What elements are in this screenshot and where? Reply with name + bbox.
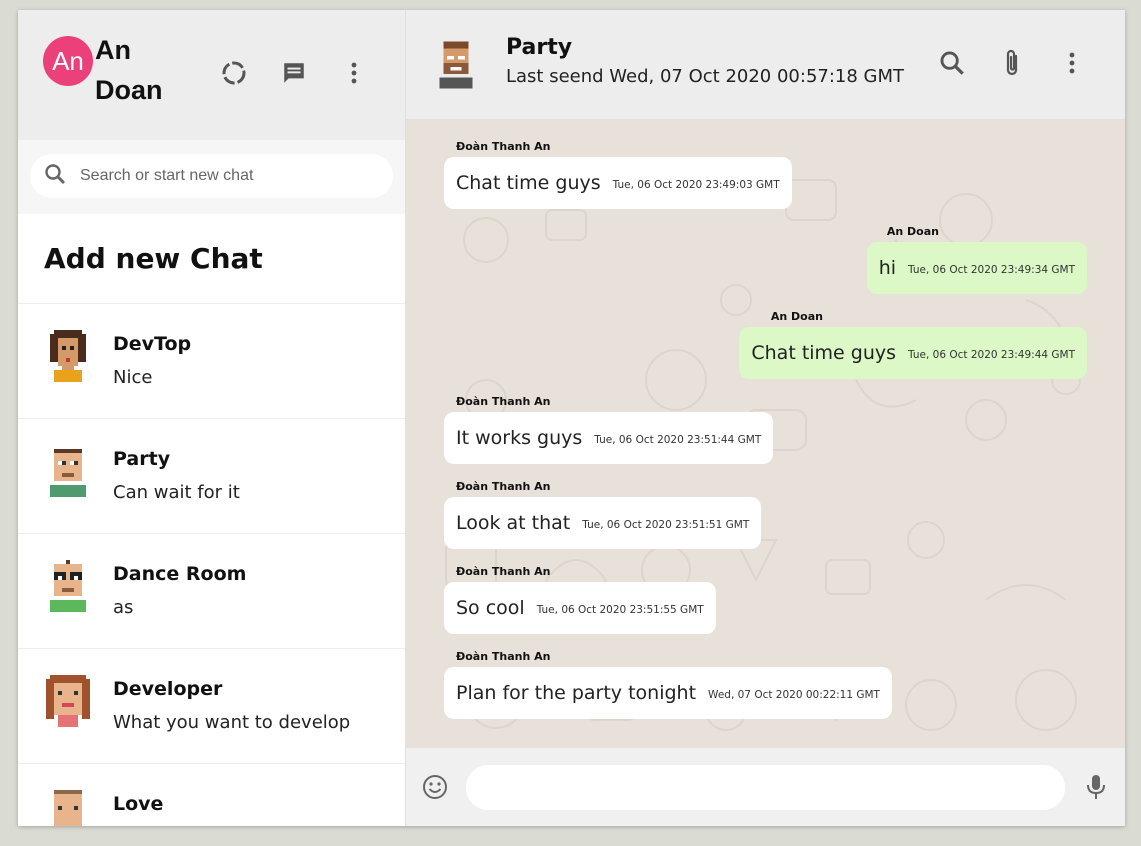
chat-header: Party Last seend Wed, 07 Oct 2020 00:57:… (406, 10, 1125, 120)
chat-list-item[interactable]: Love (18, 764, 405, 826)
message: Đoàn Thanh An Chat time guys Tue, 06 Oct… (444, 140, 1087, 209)
message-bubble[interactable]: hi Tue, 06 Oct 2020 23:49:34 GMT (866, 242, 1087, 294)
message-list: Đoàn Thanh An Chat time guys Tue, 06 Oct… (406, 120, 1125, 748)
message-sender: An Doan (770, 310, 823, 323)
message-timestamp: Tue, 06 Oct 2020 23:49:44 GMT (908, 349, 1075, 361)
emoji-icon[interactable] (420, 772, 450, 802)
user-avatar[interactable]: An (43, 36, 93, 86)
message-text: hi (878, 257, 897, 279)
chat-name: Developer (113, 678, 223, 700)
search-input[interactable] (80, 167, 360, 185)
chat-name: Dance Room (113, 563, 247, 585)
message-text: Chat time guys (456, 172, 601, 194)
chat-name: Love (113, 793, 164, 815)
attach-icon[interactable] (997, 48, 1027, 78)
chat-avatar (54, 790, 82, 826)
chat-last-message: Nice (113, 367, 153, 388)
microphone-icon[interactable] (1081, 772, 1111, 802)
message: Đoàn Thanh An Plan for the party tonight… (444, 650, 1087, 719)
message: Đoàn Thanh An It works guys Tue, 06 Oct … (444, 395, 1087, 464)
message-timestamp: Wed, 07 Oct 2020 00:22:11 GMT (708, 689, 880, 701)
sidebar: An An Doan Add new C (18, 10, 406, 826)
message-text: So cool (456, 597, 525, 619)
message-timestamp: Tue, 06 Oct 2020 23:51:51 GMT (582, 519, 750, 531)
message-timestamp: Tue, 06 Oct 2020 23:49:03 GMT (612, 179, 780, 191)
new-chat-icon[interactable] (279, 58, 309, 88)
message-text: Plan for the party tonight (456, 682, 697, 704)
search-icon[interactable] (937, 48, 967, 78)
message-bubble[interactable]: Chat time guys Tue, 06 Oct 2020 23:49:44… (739, 327, 1087, 379)
search-box (30, 154, 393, 198)
message-sender: An Doan (886, 225, 939, 238)
message-sender: Đoàn Thanh An (456, 395, 551, 408)
chat-list: DevTop Nice Party Can wait for it Dance … (18, 304, 405, 826)
message-input[interactable] (466, 764, 1065, 810)
search-bar (18, 140, 405, 214)
status-icon[interactable] (219, 58, 249, 88)
message-timestamp: Tue, 06 Oct 2020 23:51:44 GMT (594, 434, 762, 446)
add-new-chat-button[interactable]: Add new Chat (18, 214, 405, 304)
message-bubble[interactable]: Chat time guys Tue, 06 Oct 2020 23:49:03… (444, 157, 792, 209)
app-window: An An Doan Add new C (18, 10, 1125, 826)
chat-header-avatar[interactable] (436, 40, 476, 89)
chat-last-seen: Last seend Wed, 07 Oct 2020 00:57:18 GMT (506, 65, 905, 87)
message-sender: Đoàn Thanh An (456, 140, 551, 153)
message-bubble[interactable]: It works guys Tue, 06 Oct 2020 23:51:44 … (444, 412, 774, 464)
message: An Doan hi Tue, 06 Oct 2020 23:49:34 GMT (444, 225, 1087, 294)
message-sender: Đoàn Thanh An (456, 565, 551, 578)
chat-list-item[interactable]: DevTop Nice (18, 304, 405, 419)
message: Đoàn Thanh An Look at that Tue, 06 Oct 2… (444, 480, 1087, 549)
message-text: Look at that (456, 512, 571, 534)
chat-avatar (50, 330, 86, 382)
message-text: It works guys (456, 427, 583, 449)
message-bubble[interactable]: Look at that Tue, 06 Oct 2020 23:51:51 G… (444, 497, 762, 549)
chat-title: Party (506, 34, 573, 60)
chat-last-message: as (113, 597, 134, 618)
message: Đoàn Thanh An So cool Tue, 06 Oct 2020 2… (444, 565, 1087, 634)
message-sender: Đoàn Thanh An (456, 480, 551, 493)
message: An Doan Chat time guys Tue, 06 Oct 2020 … (444, 310, 1087, 379)
sidebar-header: An An Doan (18, 10, 405, 140)
chat-name: DevTop (113, 333, 192, 355)
search-icon (44, 163, 66, 190)
chat-menu-icon[interactable] (1057, 48, 1087, 78)
message-sender: Đoàn Thanh An (456, 650, 551, 663)
chat-avatar (46, 675, 90, 727)
chat-avatar (50, 560, 86, 612)
chat-list-item[interactable]: Dance Room as (18, 534, 405, 649)
chat-panel: Party Last seend Wed, 07 Oct 2020 00:57:… (406, 10, 1125, 826)
chat-last-message: Can wait for it (113, 482, 240, 503)
chat-list-item[interactable]: Party Can wait for it (18, 419, 405, 534)
user-name: An Doan (95, 35, 163, 105)
message-timestamp: Tue, 06 Oct 2020 23:51:55 GMT (536, 604, 704, 616)
message-text: Chat time guys (751, 342, 897, 364)
chat-name: Party (113, 448, 171, 470)
message-timestamp: Tue, 06 Oct 2020 23:49:34 GMT (908, 264, 1075, 276)
message-bubble[interactable]: Plan for the party tonight Wed, 07 Oct 2… (444, 667, 892, 719)
compose-bar (406, 748, 1125, 826)
message-area[interactable]: Đoàn Thanh An Chat time guys Tue, 06 Oct… (406, 120, 1125, 748)
message-bubble[interactable]: So cool Tue, 06 Oct 2020 23:51:55 GMT (444, 582, 716, 634)
chat-avatar (50, 449, 86, 497)
sidebar-menu-icon[interactable] (339, 58, 369, 88)
chat-list-item[interactable]: Developer What you want to develop (18, 649, 405, 764)
chat-last-message: What you want to develop (113, 712, 351, 733)
